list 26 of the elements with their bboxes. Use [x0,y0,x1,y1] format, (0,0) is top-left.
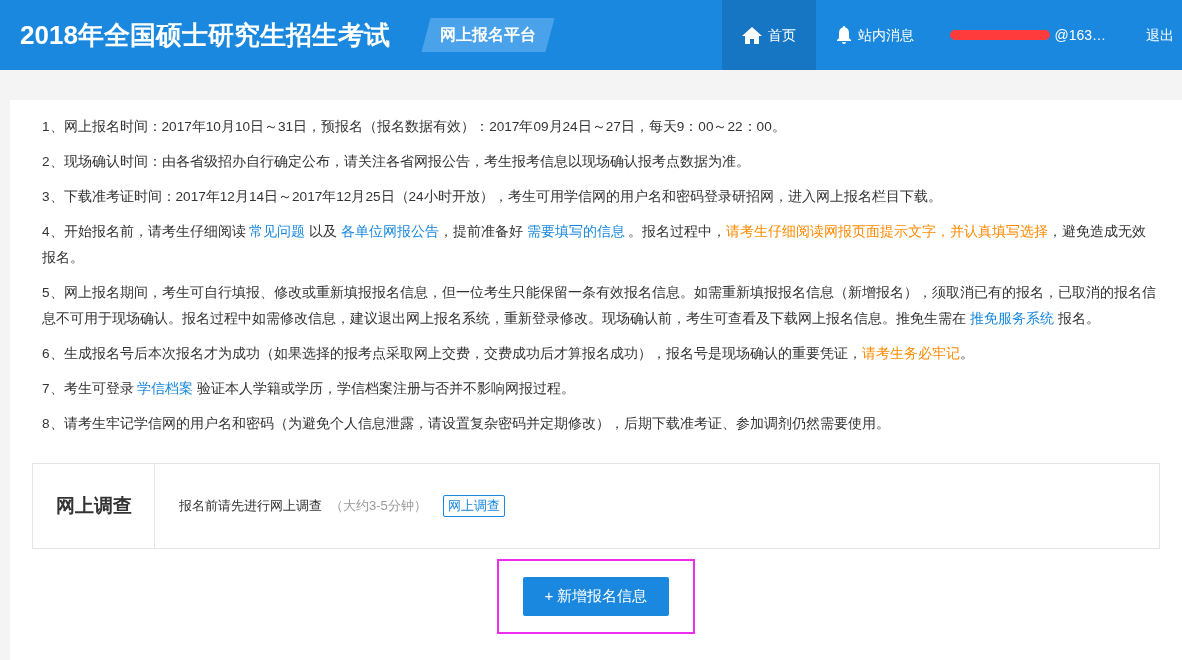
survey-hint: （大约3-5分钟） [330,497,427,516]
notice-paragraph: 1、网上报名时间：2017年10月10日～31日，预报名（报名数据有效）：2017年09月24日～27日，每天9：00～22：00。 [42,118,787,136]
nav-tab[interactable]: 站内消息 [816,0,935,70]
platform-label: 网上报名平台 [421,18,555,52]
survey-button[interactable]: 网上调查 [442,495,505,517]
survey-heading: 网上调查 [55,493,132,518]
logout-link[interactable]: 退出 [1106,0,1182,70]
notice-paragraph: 2、现场确认时间：由各省级招办自行确定公布，请关注各省网报公告，考生报考信息以现场确认报考点数据为准。 [42,153,751,171]
notice-link[interactable]: 各单位网报公告 [340,224,439,239]
notice-link[interactable]: 需要填写的信息 [526,224,625,239]
user-email: @163… [1054,25,1106,45]
home-icon [742,26,763,44]
notice-paragraph: 7、考生可登录 学信档案 验证本人学籍或学历，学信档案注册与否并不影响网报过程。 [42,380,577,398]
survey-text: 报名前请先进行网上调查 [179,497,322,516]
notice-paragraph: 5、网上报名期间，考生可自行填报、修改或重新填报报名信息，但一位考生只能保留一条有效报名信息。如需重新填报报名信息（新增报名），须取消已有的报名，已取消的报名信息不可用于现场确认。报名过程中如需修改信息，建议退出网上报名系统，重新登录修改。现场确认前，考生可查看及下载网上报名信息。推免生需在 推免服务系统 报名。 [42,284,1157,328]
nav-tab[interactable]: 首页 [722,0,817,70]
site-title: 2018年全国硕士研究生招生考试 [19,18,390,52]
notice-paragraph: 3、下载准考证时间：2017年12月14日～2017年12月25日（24小时开放），考生可用学信网的用户名和密码登录研招网，进入网上报名栏目下载。 [42,188,943,206]
bell-icon [836,26,853,44]
notice-paragraph: 4、开始报名前，请考生仔细阅读 常见问题 以及 各单位网报公告，提前准备好 需要填写的信息 。报名过程中，请考生仔细阅读网报页面提示文字，并认真填写选择，避免造成无效报名。 [42,223,1148,267]
notice-paragraph: 8、请考生牢记学信网的用户名和密码（为避免个人信息泄露，请设置复杂密码并定期修改），后期下载准考证、参加调剂仍然需要使用。 [42,415,891,433]
notice-link[interactable]: 学信档案 [137,381,194,396]
notice-link[interactable]: 常见问题 [249,224,306,239]
notice-link[interactable]: 推免服务系统 [969,311,1054,326]
add-registration-button[interactable]: + 新增报名信息 [522,577,670,616]
notice-paragraph: 6、生成报名号后本次报名才为成功（如果选择的报考点采取网上交费，交费成功后才算报名成功），报名号是现场确认的重要凭证，请考生务必牢记。 [42,345,975,363]
